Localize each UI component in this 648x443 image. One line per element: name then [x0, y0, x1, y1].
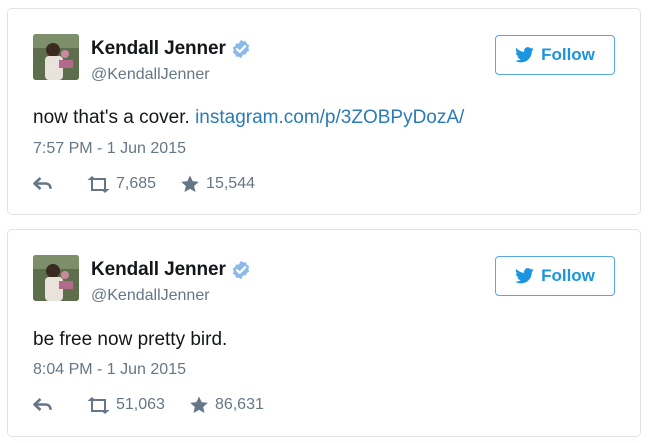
retweet-button[interactable]: 7,685	[86, 175, 156, 193]
reply-button[interactable]	[33, 176, 53, 192]
follow-button[interactable]: Follow	[495, 35, 615, 75]
tweet-card: Kendall Jenner @KendallJenner Follow be …	[7, 229, 641, 437]
tweet-text: now that's a cover. instagram.com/p/3ZOB…	[33, 107, 464, 129]
star-icon	[181, 175, 199, 193]
tweet-actions: 51,063 86,631	[33, 396, 264, 414]
tweet-text: be free now pretty bird.	[33, 329, 228, 350]
follow-label: Follow	[541, 45, 595, 64]
verified-badge-icon	[231, 39, 251, 59]
star-icon	[190, 396, 208, 414]
like-button[interactable]: 86,631	[189, 396, 264, 414]
follow-label: Follow	[541, 266, 595, 285]
author-name[interactable]: Kendall Jenner	[91, 38, 226, 60]
like-count: 86,631	[214, 396, 264, 413]
avatar[interactable]	[33, 255, 79, 301]
follow-button[interactable]: Follow	[495, 256, 615, 296]
author-handle[interactable]: @KendallJenner	[91, 287, 210, 305]
tweet-timestamp[interactable]: 7:57 PM - 1 Jun 2015	[33, 140, 186, 158]
like-count: 15,544	[206, 175, 255, 192]
retweet-count: 51,063	[116, 396, 165, 413]
retweet-icon	[87, 396, 110, 414]
author-handle[interactable]: @KendallJenner	[91, 66, 210, 84]
reply-icon	[33, 398, 52, 411]
retweet-button[interactable]: 51,063	[86, 396, 165, 414]
tweet-actions: 7,685 15,544	[33, 175, 255, 193]
tweet-link[interactable]: instagram.com/p/3ZOBPyDozA/	[195, 107, 464, 128]
tweet-timestamp[interactable]: 8:04 PM - 1 Jun 2015	[33, 361, 186, 379]
avatar[interactable]	[33, 34, 79, 80]
like-button[interactable]: 15,544	[180, 175, 255, 193]
author-name[interactable]: Kendall Jenner	[91, 259, 226, 281]
reply-icon	[33, 177, 52, 190]
twitter-bird-icon	[515, 47, 534, 63]
tweet-card: Kendall Jenner @KendallJenner Follow now…	[7, 8, 641, 215]
retweet-icon	[87, 175, 110, 193]
author-row: Kendall Jenner	[91, 38, 251, 60]
author-row: Kendall Jenner	[91, 259, 251, 281]
verified-badge-icon	[231, 260, 251, 280]
twitter-bird-icon	[515, 268, 534, 284]
tweet-text-body: now that's a cover.	[33, 107, 196, 128]
retweet-count: 7,685	[116, 175, 157, 192]
reply-button[interactable]	[33, 397, 53, 413]
